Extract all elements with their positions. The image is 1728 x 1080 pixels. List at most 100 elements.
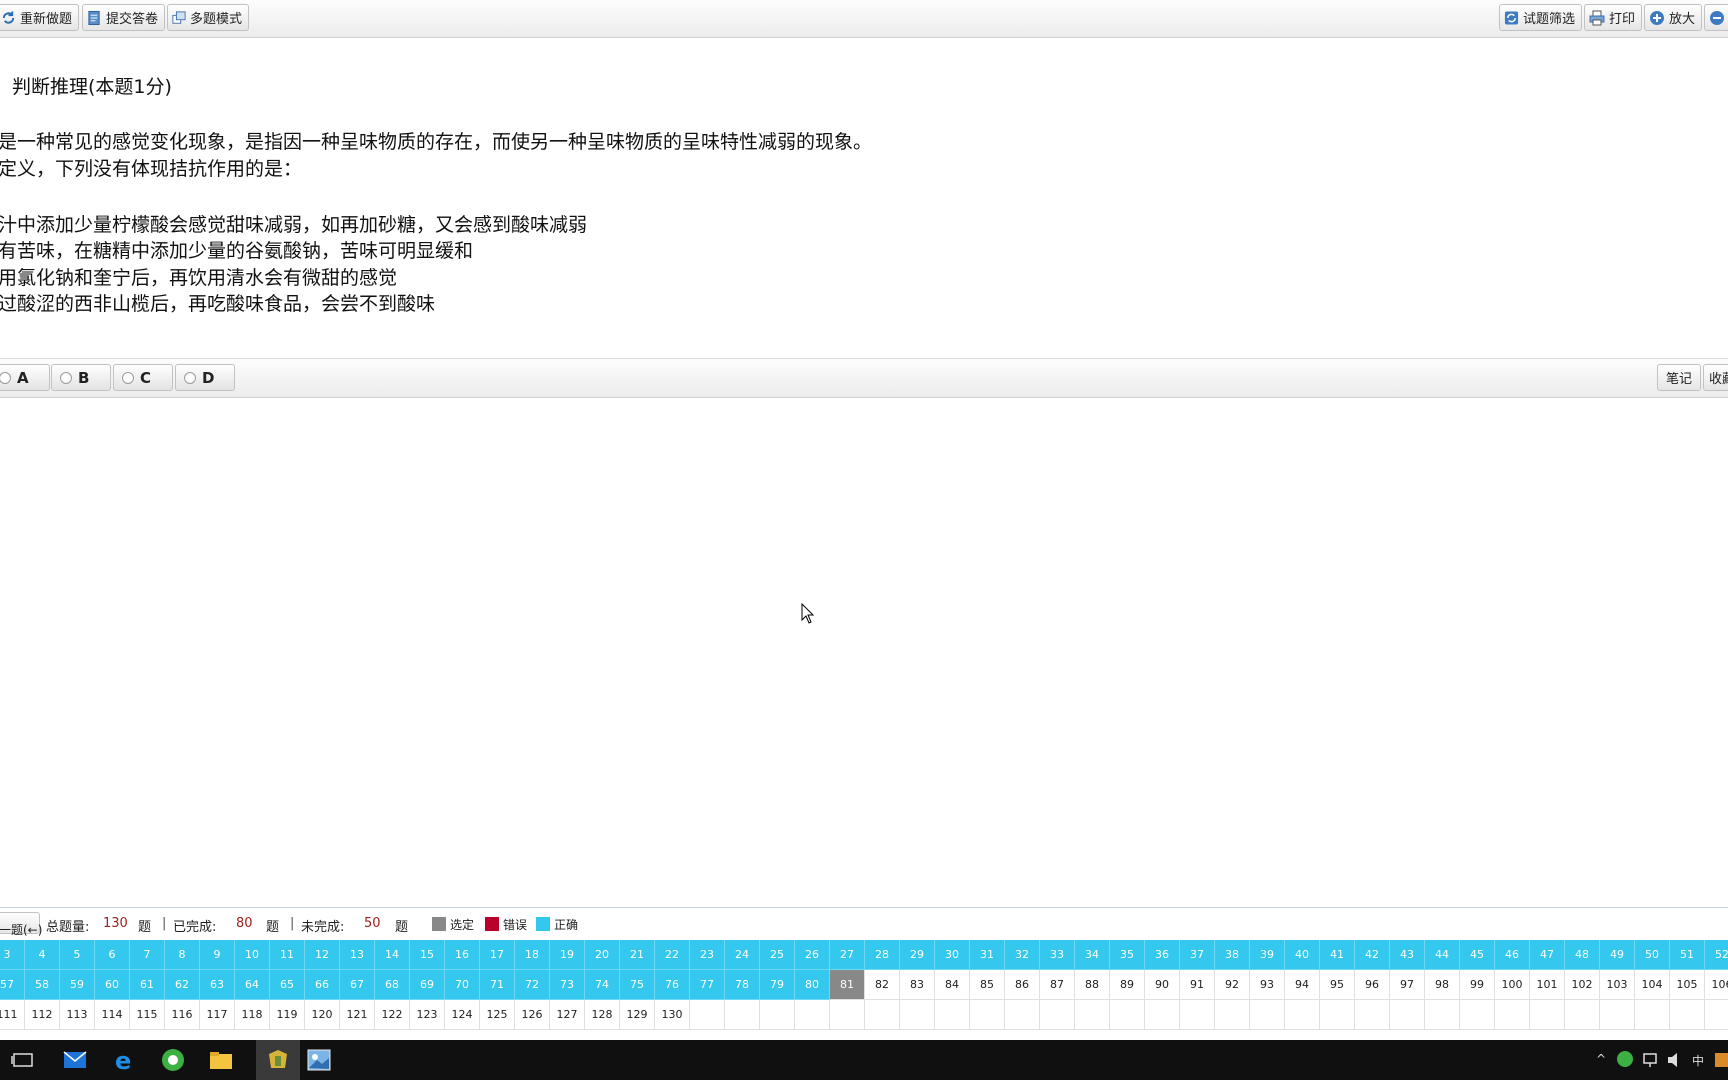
question-number-cell[interactable]: 125	[480, 1000, 515, 1030]
notification-icon[interactable]	[1714, 1051, 1728, 1069]
question-number-cell[interactable]: 8	[165, 940, 200, 970]
question-number-cell[interactable]: 74	[585, 970, 620, 1000]
question-number-cell[interactable]: 14	[375, 940, 410, 970]
zoom-out-button[interactable]	[1704, 4, 1728, 31]
question-number-cell[interactable]: 45	[1460, 940, 1495, 970]
answer-button-a[interactable]: A	[0, 364, 50, 391]
question-number-cell[interactable]: 9	[200, 940, 235, 970]
question-number-cell[interactable]: 94	[1285, 970, 1320, 1000]
question-number-cell[interactable]: 86	[1005, 970, 1040, 1000]
question-number-cell[interactable]: 64	[235, 970, 270, 1000]
question-number-cell[interactable]: 91	[1180, 970, 1215, 1000]
question-number-cell[interactable]: 30	[935, 940, 970, 970]
question-number-cell[interactable]: 4	[25, 940, 60, 970]
question-number-cell[interactable]: 82	[865, 970, 900, 1000]
question-number-cell[interactable]: 58	[25, 970, 60, 1000]
notes-button[interactable]: 笔记	[1657, 364, 1701, 391]
question-number-cell[interactable]: 26	[795, 940, 830, 970]
question-number-cell[interactable]: 52	[1705, 940, 1728, 970]
question-number-cell[interactable]: 81	[830, 970, 865, 1000]
question-number-cell[interactable]: 126	[515, 1000, 550, 1030]
question-number-cell[interactable]: 128	[585, 1000, 620, 1030]
question-number-cell[interactable]: 65	[270, 970, 305, 1000]
image-app-icon[interactable]	[306, 1048, 332, 1072]
question-number-cell[interactable]: 100	[1495, 970, 1530, 1000]
question-number-cell[interactable]: 118	[235, 1000, 270, 1030]
network-icon[interactable]	[1642, 1051, 1660, 1069]
question-number-cell[interactable]: 32	[1005, 940, 1040, 970]
question-number-cell[interactable]: 105	[1670, 970, 1705, 1000]
question-number-cell[interactable]: 20	[585, 940, 620, 970]
question-number-cell[interactable]: 36	[1145, 940, 1180, 970]
question-number-cell[interactable]: 129	[620, 1000, 655, 1030]
question-number-cell[interactable]: 67	[340, 970, 375, 1000]
question-number-cell[interactable]: 13	[340, 940, 375, 970]
question-number-cell[interactable]: 60	[95, 970, 130, 1000]
zoom-in-button[interactable]: 放大	[1644, 4, 1702, 31]
question-number-cell[interactable]: 12	[305, 940, 340, 970]
question-number-cell[interactable]: 33	[1040, 940, 1075, 970]
tray-app-icon[interactable]	[1616, 1050, 1634, 1068]
question-number-cell[interactable]: 7	[130, 940, 165, 970]
question-number-cell[interactable]: 98	[1425, 970, 1460, 1000]
question-number-cell[interactable]: 23	[690, 940, 725, 970]
question-number-cell[interactable]: 68	[375, 970, 410, 1000]
question-number-cell[interactable]: 47	[1530, 940, 1565, 970]
question-number-cell[interactable]: 90	[1145, 970, 1180, 1000]
question-number-cell[interactable]: 3	[0, 940, 25, 970]
question-number-cell[interactable]: 89	[1110, 970, 1145, 1000]
answer-button-d[interactable]: D	[175, 364, 235, 391]
question-number-cell[interactable]: 97	[1390, 970, 1425, 1000]
question-number-cell[interactable]: 102	[1565, 970, 1600, 1000]
question-number-cell[interactable]: 121	[340, 1000, 375, 1030]
question-number-cell[interactable]: 34	[1075, 940, 1110, 970]
submit-button[interactable]: 提交答卷	[82, 4, 165, 31]
question-number-cell[interactable]: 18	[515, 940, 550, 970]
question-number-cell[interactable]: 76	[655, 970, 690, 1000]
question-number-cell[interactable]: 95	[1320, 970, 1355, 1000]
question-number-cell[interactable]: 59	[60, 970, 95, 1000]
question-number-cell[interactable]: 44	[1425, 940, 1460, 970]
question-number-cell[interactable]: 84	[935, 970, 970, 1000]
question-number-cell[interactable]: 5	[60, 940, 95, 970]
question-number-cell[interactable]: 42	[1355, 940, 1390, 970]
print-button[interactable]: 打印	[1584, 4, 1642, 31]
question-number-cell[interactable]: 116	[165, 1000, 200, 1030]
question-number-cell[interactable]: 63	[200, 970, 235, 1000]
question-number-cell[interactable]: 37	[1180, 940, 1215, 970]
question-number-cell[interactable]: 15	[410, 940, 445, 970]
question-number-cell[interactable]: 29	[900, 940, 935, 970]
file-explorer-icon[interactable]	[208, 1048, 234, 1072]
question-number-cell[interactable]: 17	[480, 940, 515, 970]
question-number-cell[interactable]: 24	[725, 940, 760, 970]
question-number-cell[interactable]: 28	[865, 940, 900, 970]
question-number-cell[interactable]: 16	[445, 940, 480, 970]
question-number-cell[interactable]: 46	[1495, 940, 1530, 970]
question-number-cell[interactable]: 21	[620, 940, 655, 970]
question-number-cell[interactable]: 79	[760, 970, 795, 1000]
question-number-cell[interactable]: 71	[480, 970, 515, 1000]
question-number-cell[interactable]: 48	[1565, 940, 1600, 970]
question-number-cell[interactable]: 122	[375, 1000, 410, 1030]
question-number-cell[interactable]: 96	[1355, 970, 1390, 1000]
question-number-cell[interactable]: 99	[1460, 970, 1495, 1000]
mail-icon[interactable]	[62, 1048, 88, 1072]
question-number-cell[interactable]: 31	[970, 940, 1005, 970]
question-number-cell[interactable]: 127	[550, 1000, 585, 1030]
answer-button-b[interactable]: B	[51, 364, 111, 391]
question-number-cell[interactable]: 103	[1600, 970, 1635, 1000]
question-number-cell[interactable]: 130	[655, 1000, 690, 1030]
question-number-cell[interactable]: 114	[95, 1000, 130, 1030]
question-number-cell[interactable]: 69	[410, 970, 445, 1000]
tray-expand-icon[interactable]: ^	[1596, 1052, 1606, 1066]
question-number-cell[interactable]: 78	[725, 970, 760, 1000]
browser-green-icon[interactable]	[160, 1048, 186, 1072]
redo-button[interactable]: 重新做题	[0, 4, 79, 31]
question-number-cell[interactable]: 72	[515, 970, 550, 1000]
task-view-icon[interactable]	[10, 1048, 36, 1072]
question-number-cell[interactable]: 6	[95, 940, 130, 970]
ime-indicator[interactable]: 中	[1692, 1052, 1704, 1069]
question-number-cell[interactable]: 112	[25, 1000, 60, 1030]
question-number-cell[interactable]: 27	[830, 940, 865, 970]
question-number-cell[interactable]: 120	[305, 1000, 340, 1030]
